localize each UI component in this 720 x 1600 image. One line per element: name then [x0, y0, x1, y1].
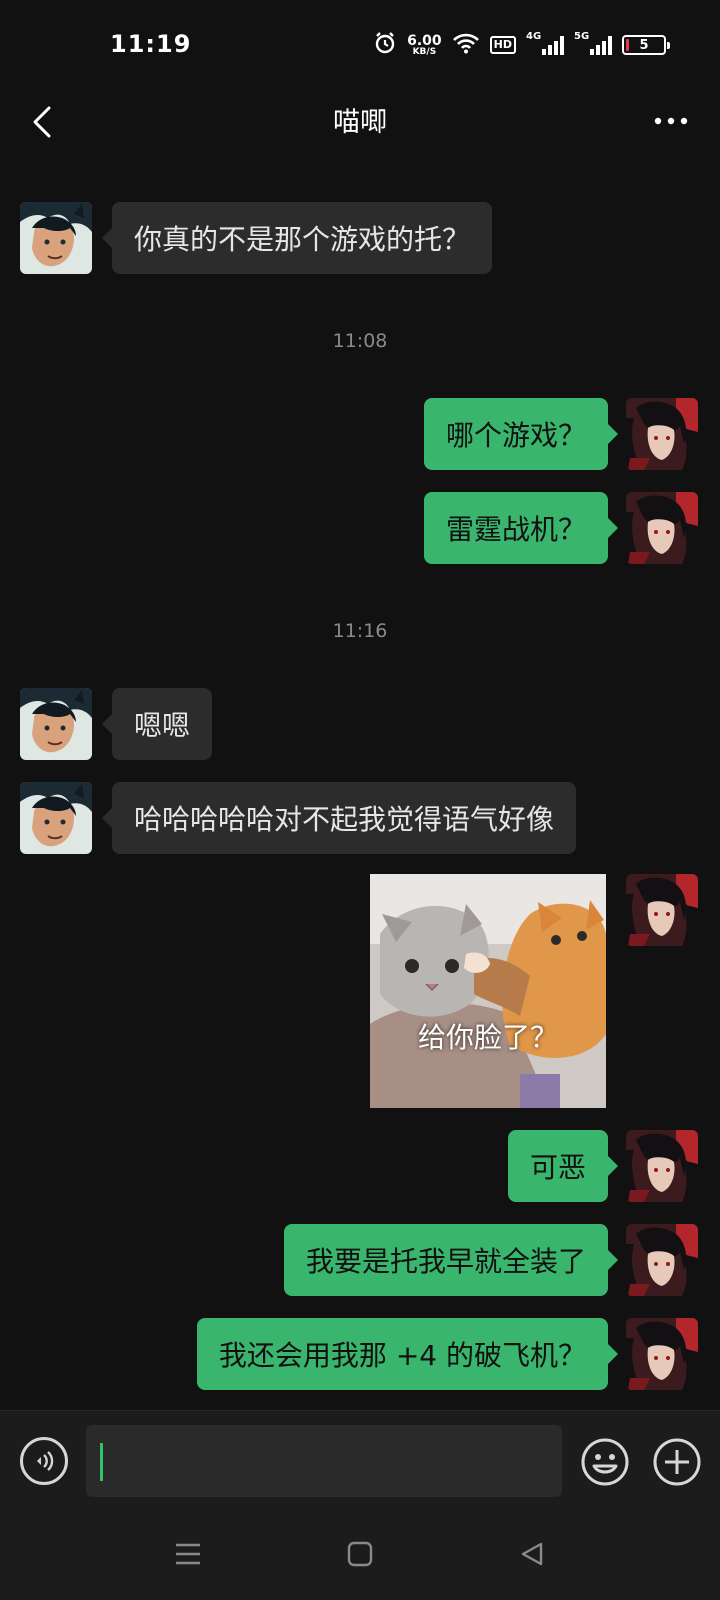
alarm-icon — [373, 31, 397, 59]
signal-1-label: 4G — [526, 31, 542, 42]
message-bubble-in[interactable]: 嗯嗯 — [101, 688, 213, 760]
message-input[interactable] — [86, 1425, 562, 1497]
hd-badge: HD — [489, 36, 516, 54]
my-avatar[interactable] — [626, 1130, 698, 1202]
voice-button[interactable] — [20, 1437, 68, 1485]
emoji-icon — [581, 1438, 629, 1486]
input-bar — [0, 1410, 720, 1510]
emoji-button[interactable] — [580, 1437, 630, 1487]
voice-icon — [37, 1451, 54, 1471]
signal-2-label: 5G — [574, 31, 590, 42]
sticker-caption: 给你脸了？ — [417, 1021, 558, 1054]
menu-icon — [176, 1543, 200, 1565]
chat-header: 喵唧 — [0, 92, 720, 164]
message-bubble-in[interactable]: 哈哈哈哈哈对不起我觉得语气好像 — [101, 782, 577, 854]
status-bar: 11:19 6.00 KB/S HD 4G 5G 5 — [0, 0, 720, 92]
my-avatar[interactable] — [626, 1224, 698, 1296]
contact-avatar[interactable] — [20, 202, 92, 274]
my-avatar[interactable] — [626, 1318, 698, 1390]
contact-avatar[interactable] — [20, 782, 92, 854]
net-speed: 6.00 KB/S — [407, 34, 442, 57]
status-icons: 6.00 KB/S HD 4G 5G 5 — [373, 28, 670, 62]
page-title: 喵唧 — [333, 107, 387, 138]
back-triangle-icon — [521, 1542, 543, 1566]
message-bubble-in[interactable]: 你真的不是那个游戏的托？ — [101, 202, 493, 274]
message-bubble-out[interactable]: 我要是托我早就全装了 — [283, 1224, 619, 1296]
message-bubble-out[interactable]: 我还会用我那 +4 的破飞机？ — [196, 1318, 619, 1390]
net-speed-unit: KB/S — [412, 46, 437, 57]
contact-avatar[interactable] — [20, 688, 92, 760]
status-time: 11:19 — [110, 30, 192, 58]
my-avatar[interactable] — [626, 398, 698, 470]
more-button[interactable] — [648, 106, 694, 136]
battery-level: 5 — [639, 37, 649, 53]
signal-icon-2: 5G — [574, 31, 612, 55]
message-bubble-out[interactable]: 哪个游戏？ — [423, 398, 619, 470]
menu-button[interactable] — [168, 1534, 208, 1574]
battery-icon: 5 — [622, 35, 670, 55]
cat-sticker-graphic — [370, 874, 606, 1108]
message-bubble-out[interactable]: 雷霆战机？ — [423, 492, 619, 564]
system-back-button[interactable] — [512, 1534, 552, 1574]
home-icon — [347, 1541, 373, 1567]
home-button[interactable] — [340, 1534, 380, 1574]
my-avatar[interactable] — [626, 874, 698, 946]
plus-button[interactable] — [652, 1437, 702, 1487]
timestamp: 11:16 — [332, 620, 388, 642]
timestamp: 11:08 — [332, 330, 388, 352]
net-speed-value: 6.00 — [407, 32, 442, 49]
text-cursor — [100, 1443, 103, 1481]
plus-icon — [653, 1438, 701, 1486]
sticker-image[interactable]: 给你脸了？ — [370, 874, 606, 1108]
message-bubble-out[interactable]: 可恶 — [507, 1130, 619, 1202]
system-navigation — [0, 1510, 720, 1600]
more-dots-icon — [654, 117, 688, 125]
signal-icon: 4G — [526, 31, 564, 55]
wifi-icon — [452, 32, 480, 58]
my-avatar[interactable] — [626, 492, 698, 564]
